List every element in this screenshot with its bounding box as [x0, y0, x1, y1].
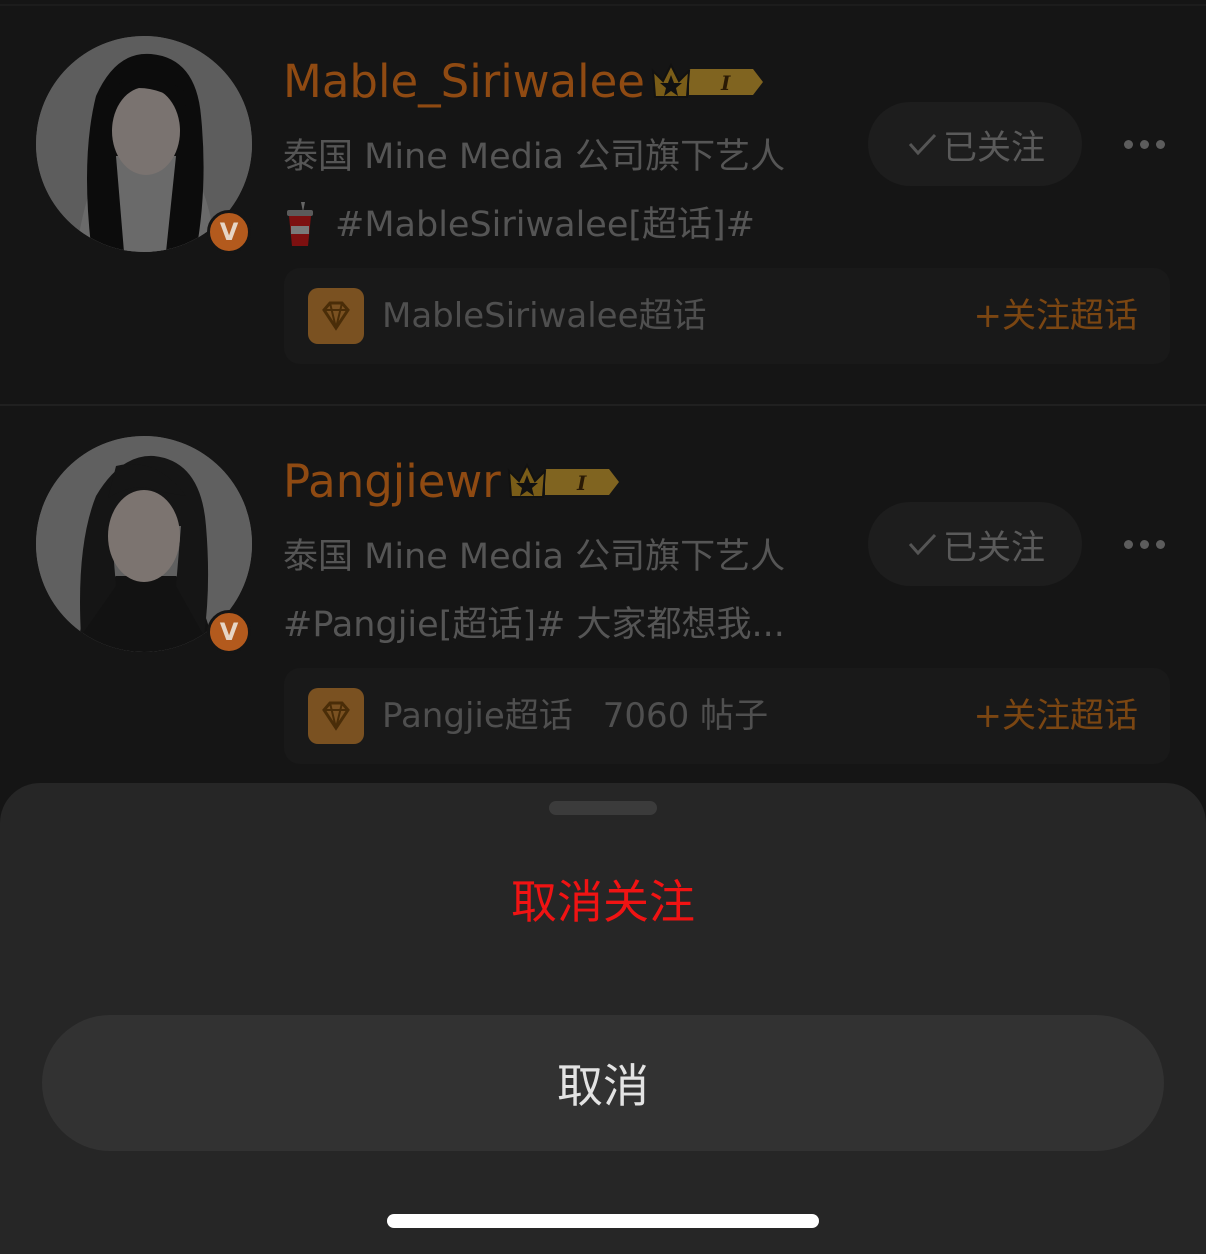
verified-badge: V: [207, 210, 251, 254]
supertopic-card[interactable]: Pangjie超话 7060 帖子 +关注超话: [284, 668, 1170, 764]
topic-text: #Pangjie[超话]# 大家都想我...: [283, 605, 785, 645]
more-options-icon[interactable]: [1116, 524, 1172, 564]
followed-label: 已关注: [943, 127, 1045, 168]
action-sheet: 取消关注 取消: [0, 783, 1206, 1254]
sheet-grabber[interactable]: [549, 801, 657, 815]
level-text: I: [720, 71, 731, 95]
user-card[interactable]: V Pangjiewr I 泰国 Mine Media 公司旗下艺人 #Pang…: [0, 408, 1206, 798]
follow-supertopic-button[interactable]: +关注超话: [974, 692, 1139, 740]
user-card[interactable]: V Mable_Siriwalee I 泰国 Mine Media 公司旗下艺人: [0, 8, 1206, 398]
check-icon: [908, 533, 937, 556]
followed-button[interactable]: 已关注: [868, 102, 1082, 186]
following-list-page: V Mable_Siriwalee I 泰国 Mine Media 公司旗下艺人: [0, 0, 1206, 1254]
crown-level-badge: I: [649, 59, 765, 105]
top-divider: [0, 4, 1206, 6]
verified-badge: V: [207, 610, 251, 654]
diamond-icon: [308, 688, 364, 744]
check-icon: [908, 133, 937, 156]
user-description: 泰国 Mine Media 公司旗下艺人: [283, 137, 786, 177]
supertopic-name-text: Pangjie超话: [382, 696, 573, 736]
username-text: Mable_Siriwalee: [283, 55, 645, 108]
user-topic[interactable]: #MableSiriwalee[超话]#: [283, 202, 755, 248]
username[interactable]: Pangjiewr I: [283, 454, 621, 510]
drink-cup-icon: [283, 202, 317, 248]
user-topic[interactable]: #Pangjie[超话]# 大家都想我...: [283, 602, 785, 648]
more-options-icon[interactable]: [1116, 124, 1172, 164]
supertopic-post-count: 7060 帖子: [602, 696, 769, 736]
follow-supertopic-button[interactable]: +关注超话: [974, 292, 1139, 340]
supertopic-card[interactable]: MableSiriwalee超话 +关注超话: [284, 268, 1170, 364]
level-text: I: [576, 471, 587, 495]
supertopic-name-text: MableSiriwalee超话: [382, 296, 707, 336]
home-indicator: [387, 1214, 819, 1228]
followed-button[interactable]: 已关注: [868, 502, 1082, 586]
followed-label: 已关注: [943, 527, 1045, 568]
row-divider: [0, 404, 1206, 406]
username[interactable]: Mable_Siriwalee I: [283, 54, 765, 110]
supertopic-name: Pangjie超话 7060 帖子: [382, 692, 768, 740]
crown-level-badge: I: [505, 459, 621, 505]
cancel-button[interactable]: 取消: [42, 1015, 1164, 1151]
supertopic-name: MableSiriwalee超话: [382, 292, 707, 340]
diamond-icon: [308, 288, 364, 344]
user-description: 泰国 Mine Media 公司旗下艺人: [283, 537, 786, 577]
unfollow-button[interactable]: 取消关注: [0, 867, 1206, 937]
topic-text: #MableSiriwalee[超话]#: [335, 205, 756, 245]
username-text: Pangjiewr: [283, 455, 501, 508]
